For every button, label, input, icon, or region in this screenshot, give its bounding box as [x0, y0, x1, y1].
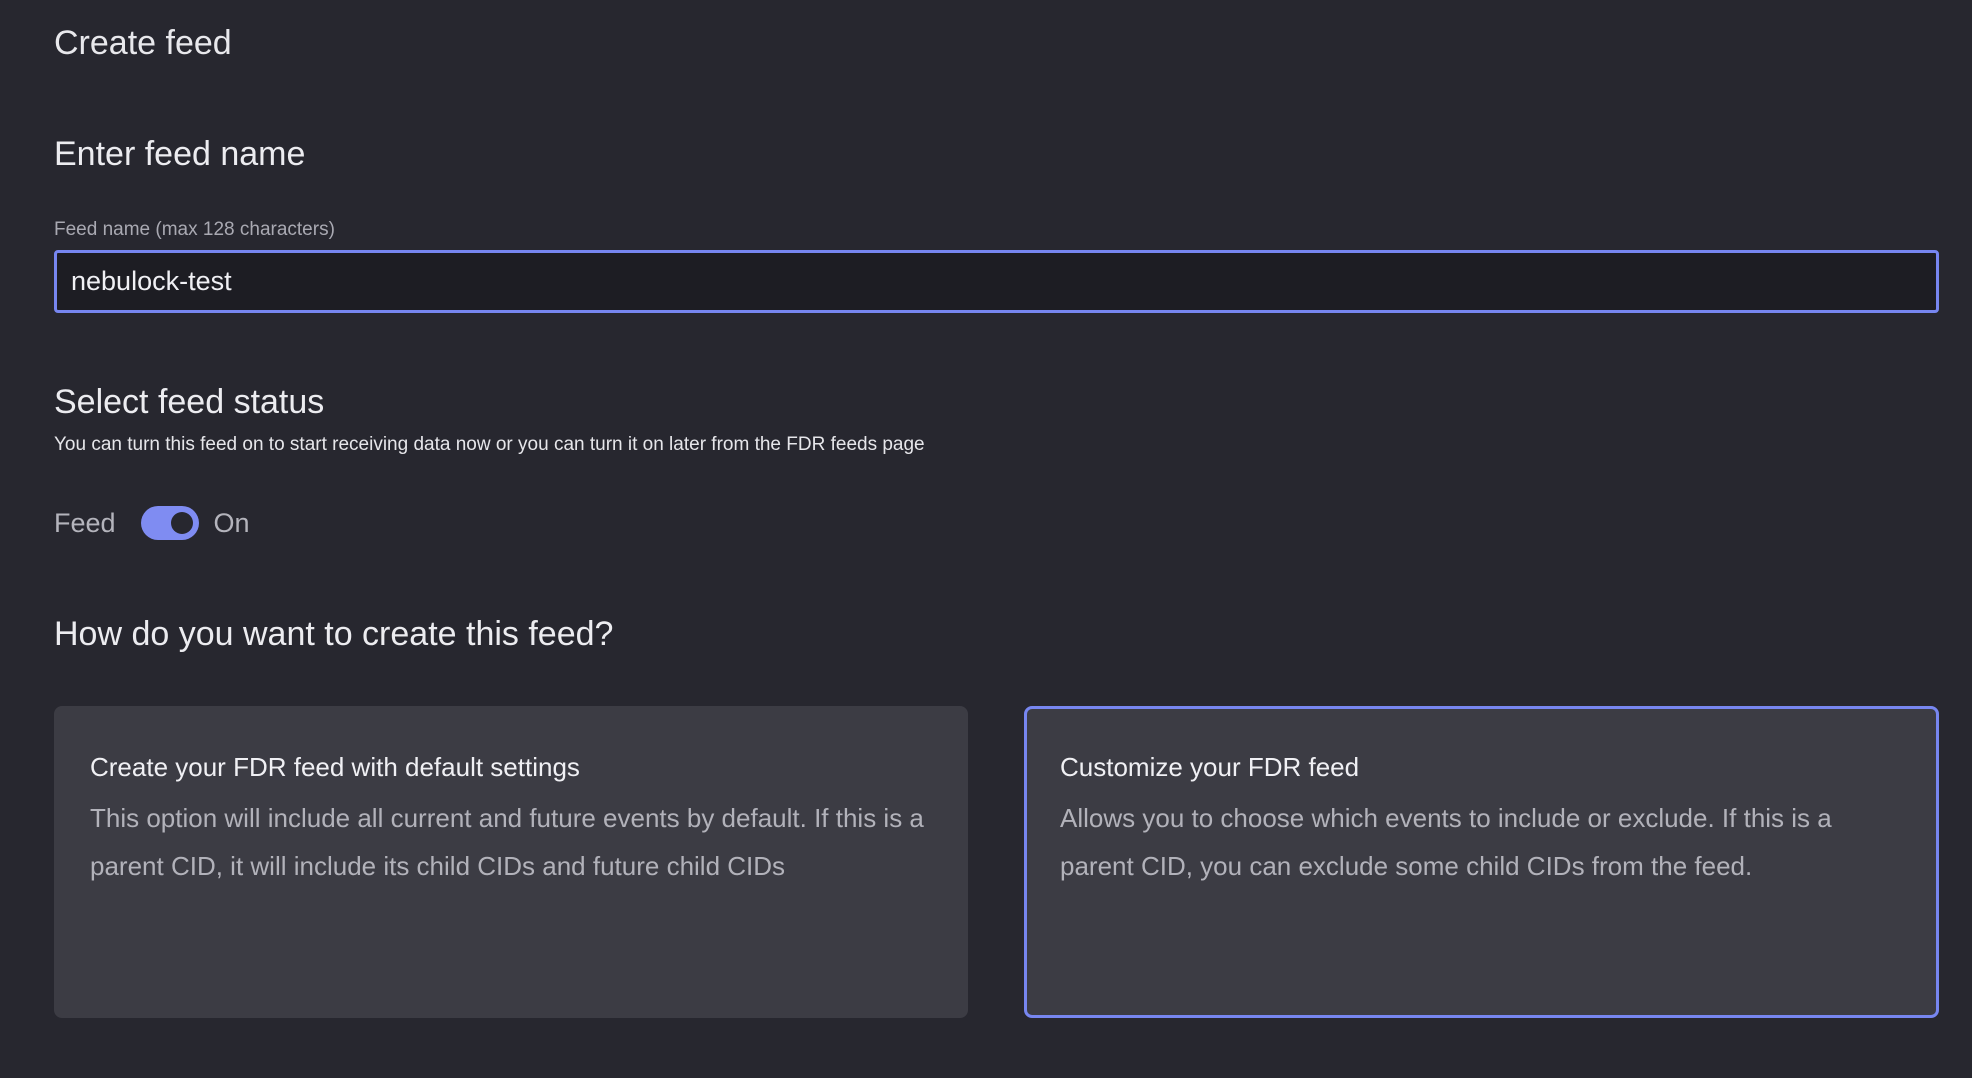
- default-settings-option-description: This option will include all current and…: [90, 803, 924, 881]
- default-settings-option-title: Create your FDR feed with default settin…: [90, 752, 580, 782]
- customize-feed-option-card[interactable]: Customize your FDR feed Allows you to ch…: [1024, 706, 1939, 1018]
- customize-feed-option-title: Customize your FDR feed: [1060, 752, 1360, 782]
- feed-status-toggle-row: Feed On: [54, 503, 250, 543]
- feed-status-section-title: Select feed status: [54, 383, 325, 421]
- feed-status-toggle[interactable]: [140, 506, 199, 540]
- page-title: Create feed: [54, 24, 232, 62]
- feed-name-input[interactable]: [57, 253, 1936, 310]
- toggle-knob: [170, 512, 193, 534]
- create-feed-page: Create feed Enter feed name Feed name (m…: [54, 0, 1939, 1078]
- feed-name-field: [54, 250, 1939, 313]
- feed-status-description: You can turn this feed on to start recei…: [54, 434, 925, 455]
- default-settings-option-card[interactable]: Create your FDR feed with default settin…: [54, 706, 968, 1018]
- feed-toggle-state-label: On: [213, 507, 250, 538]
- feed-name-section-title: Enter feed name: [54, 135, 306, 173]
- customize-feed-option-description: Allows you to choose which events to inc…: [1060, 803, 1832, 881]
- feed-toggle-label: Feed: [54, 507, 116, 538]
- feed-name-label: Feed name (max 128 characters): [54, 219, 335, 240]
- create-method-section-title: How do you want to create this feed?: [54, 615, 614, 653]
